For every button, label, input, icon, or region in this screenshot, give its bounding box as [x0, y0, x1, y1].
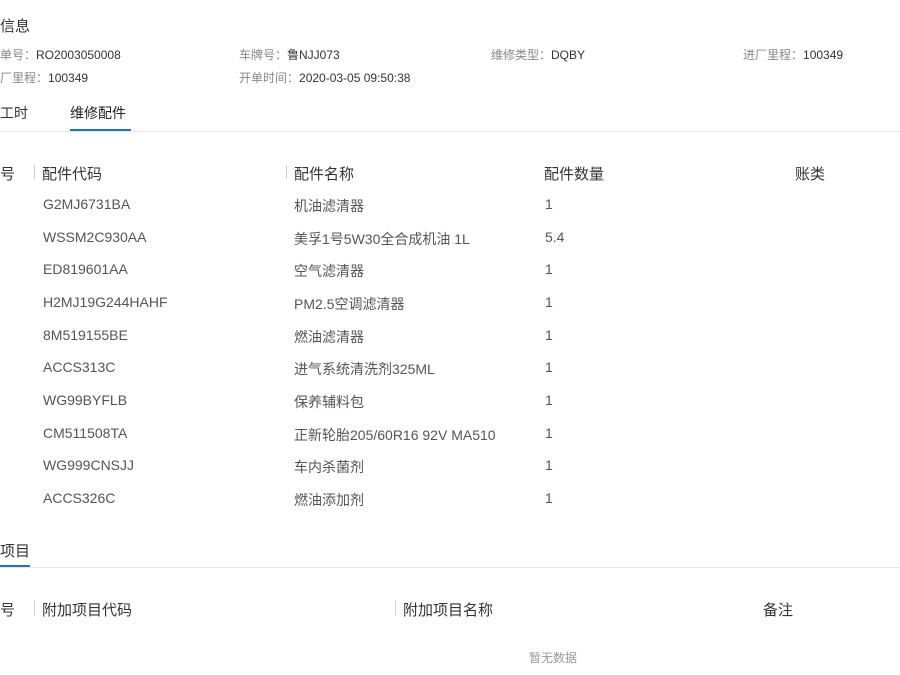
tab-labor-hours[interactable]: 工时 — [0, 103, 28, 123]
empty-state-text: 暂无数据 — [529, 651, 578, 665]
info-label: 车牌号： — [239, 48, 288, 62]
tab-repair-parts[interactable]: 维修配件 — [70, 103, 126, 123]
info-field-open-time: 开单时间：2020-03-05 09:50:38 — [239, 69, 410, 87]
part-code-cell: CM511508TA — [43, 425, 128, 441]
part-name-cell: 保养辅料包 — [294, 394, 364, 410]
col-separator — [34, 165, 35, 179]
part-qty-cell: 1 — [545, 261, 553, 277]
col-header-part-code: 配件代码 — [42, 166, 103, 183]
info-label: 进厂里程： — [743, 48, 804, 62]
info-field-repair-type: 维修类型：DQBY — [491, 46, 585, 64]
info-value: 2020-03-05 09:50:38 — [299, 71, 411, 85]
part-code-cell: H2MJ19G244HAHF — [43, 294, 168, 310]
extra-section-divider — [0, 567, 900, 568]
info-label: 维修类型： — [491, 48, 552, 62]
part-name-cell: 空气滤清器 — [294, 263, 364, 279]
part-qty-cell: 1 — [545, 392, 553, 408]
part-qty-cell: 1 — [545, 294, 553, 310]
info-section-title: 信息 — [0, 18, 31, 35]
part-qty-cell: 1 — [545, 359, 553, 375]
part-qty-cell: 1 — [545, 457, 553, 473]
part-code-cell: 8M519155BE — [43, 327, 128, 343]
part-name-cell: 进气系统清洗剂325ML — [294, 361, 435, 377]
part-name-cell: 机油滤清器 — [294, 198, 364, 214]
part-code-cell: ED819601AA — [43, 261, 128, 277]
col-separator — [286, 165, 287, 179]
col-header-index: 号 — [0, 602, 16, 619]
info-label: 单号： — [0, 48, 37, 62]
info-label: 厂里程： — [0, 71, 49, 85]
info-value: 鲁NJJ073 — [287, 48, 340, 62]
info-value: 100349 — [803, 48, 844, 62]
col-header-extra-code: 附加项目代码 — [42, 602, 133, 619]
part-code-cell: ACCS326C — [43, 490, 116, 506]
col-header-remark: 备注 — [763, 602, 794, 619]
part-code-cell: WG999CNSJJ — [43, 457, 135, 473]
part-code-cell: WSSM2C930AA — [43, 229, 147, 245]
part-name-cell: 车内杀菌剂 — [294, 459, 364, 475]
part-qty-cell: 1 — [545, 490, 553, 506]
col-header-extra-name: 附加项目名称 — [403, 602, 494, 619]
extra-items-tab[interactable]: 项目 — [0, 540, 30, 561]
part-qty-cell: 1 — [545, 327, 553, 343]
tabs-divider — [0, 131, 900, 132]
info-value: RO2003050008 — [36, 48, 121, 62]
part-name-cell: 燃油滤清器 — [294, 329, 364, 345]
info-field-exit-mileage: 厂里程：100349 — [0, 69, 88, 87]
info-label: 开单时间： — [239, 71, 300, 85]
col-header-part-name: 配件名称 — [294, 166, 355, 183]
info-field-plate-no: 车牌号：鲁NJJ073 — [239, 46, 340, 64]
part-code-cell: G2MJ6731BA — [43, 196, 131, 212]
part-code-cell: WG99BYFLB — [43, 392, 128, 408]
info-value: DQBY — [551, 48, 586, 62]
part-name-cell: PM2.5空调滤清器 — [294, 296, 405, 312]
col-separator — [395, 601, 396, 615]
part-name-cell: 美孚1号5W30全合成机油 1L — [294, 231, 470, 247]
part-code-cell: ACCS313C — [43, 359, 116, 375]
col-header-part-qty: 配件数量 — [544, 166, 605, 183]
col-header-index: 号 — [0, 166, 16, 183]
info-field-order-no: 单号：RO2003050008 — [0, 46, 121, 64]
info-value: 100349 — [48, 71, 89, 85]
part-qty-cell: 1 — [545, 425, 553, 441]
col-separator — [34, 601, 35, 615]
part-qty-cell: 5.4 — [545, 229, 565, 245]
info-field-entry-mileage: 进厂里程：100349 — [743, 46, 843, 64]
part-qty-cell: 1 — [545, 196, 553, 212]
col-header-account-type: 账类 — [795, 166, 826, 183]
part-name-cell: 燃油添加剂 — [294, 492, 364, 508]
part-name-cell: 正新轮胎205/60R16 92V MA510 — [294, 427, 496, 443]
